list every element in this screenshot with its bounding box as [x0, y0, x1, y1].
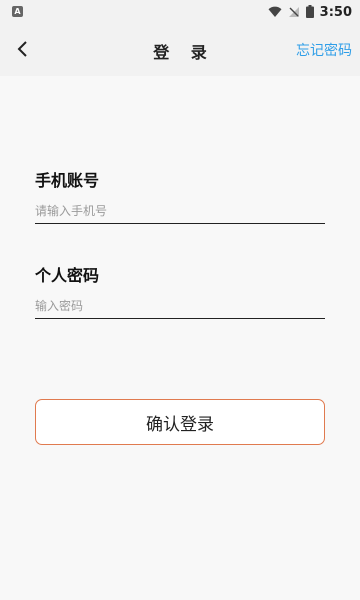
status-time: 3:50 [319, 4, 352, 20]
status-bar: A 3:50 [0, 0, 360, 24]
password-label: 个人密码 [35, 266, 100, 285]
password-input[interactable] [35, 293, 325, 319]
password-field-group: 个人密码 [35, 265, 325, 319]
login-screen: A 3:50 登 录 忘记密码 手机账号 请输入手机号 个人密码 确认登录 [0, 0, 360, 600]
battery-icon [305, 3, 314, 22]
phone-input[interactable] [35, 198, 325, 224]
forgot-password-link[interactable]: 忘记密码 [296, 40, 352, 60]
no-signal-icon [288, 3, 300, 22]
app-header: 登 录 忘记密码 [0, 24, 360, 76]
status-bar-right: 3:50 [268, 0, 352, 24]
phone-label: 手机账号 [35, 171, 100, 190]
confirm-login-button[interactable]: 确认登录 [35, 399, 325, 445]
notification-badge-icon: A [12, 6, 23, 17]
wifi-icon [268, 3, 282, 22]
phone-field-group: 手机账号 [35, 170, 325, 224]
